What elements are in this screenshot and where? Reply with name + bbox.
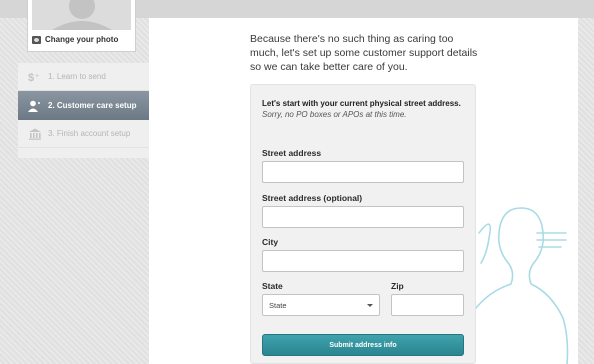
step-label: 1. Learn to send (48, 72, 106, 81)
step-learn-to-send[interactable]: $ + 1. Learn to send (18, 63, 149, 91)
state-label: State (262, 281, 283, 291)
profile-photo-card: Change your photo (27, 0, 136, 52)
setup-steps: $ + 1. Learn to send 2. Customer care set… (18, 63, 149, 158)
change-photo-button[interactable]: Change your photo (32, 35, 118, 44)
svg-text:+: + (35, 73, 39, 80)
change-photo-label: Change your photo (45, 35, 119, 44)
state-selected-value: State (269, 300, 287, 310)
dollar-plus-icon: $ + (28, 71, 42, 83)
street-address-2-label: Street address (optional) (262, 193, 363, 203)
svg-text:$: $ (28, 72, 34, 83)
main-panel: Because there's no such thing as caring … (149, 18, 578, 364)
zip-input[interactable] (391, 294, 464, 316)
zip-label: Zip (391, 281, 404, 291)
avatar[interactable] (32, 0, 131, 30)
state-select[interactable]: State (262, 294, 380, 316)
step-label: 2. Customer care setup (48, 101, 137, 110)
bank-icon (28, 128, 42, 140)
camera-icon (32, 35, 41, 44)
step-label: 3. Finish account setup (48, 129, 131, 138)
submit-address-button[interactable]: Submit address info (262, 334, 464, 356)
chevron-down-icon (367, 304, 373, 307)
form-intro-note: Sorry, no PO boxes or APOs at this time. (262, 110, 407, 119)
step-customer-care-setup[interactable]: 2. Customer care setup (18, 91, 149, 120)
step-finish-account-setup[interactable]: 3. Finish account setup (18, 120, 149, 148)
city-input[interactable] (262, 250, 464, 272)
address-form: Let's start with your current physical s… (250, 84, 476, 364)
street-address-2-input[interactable] (262, 206, 464, 228)
street-address-label: Street address (262, 148, 322, 158)
city-label: City (262, 237, 279, 247)
street-address-input[interactable] (262, 161, 464, 183)
steps-footer (18, 148, 149, 158)
form-intro-bold: Let's start with your current physical s… (262, 99, 461, 108)
form-intro: Let's start with your current physical s… (262, 98, 467, 120)
intro-text: Because there's no such thing as caring … (250, 33, 478, 73)
user-icon (28, 100, 42, 112)
